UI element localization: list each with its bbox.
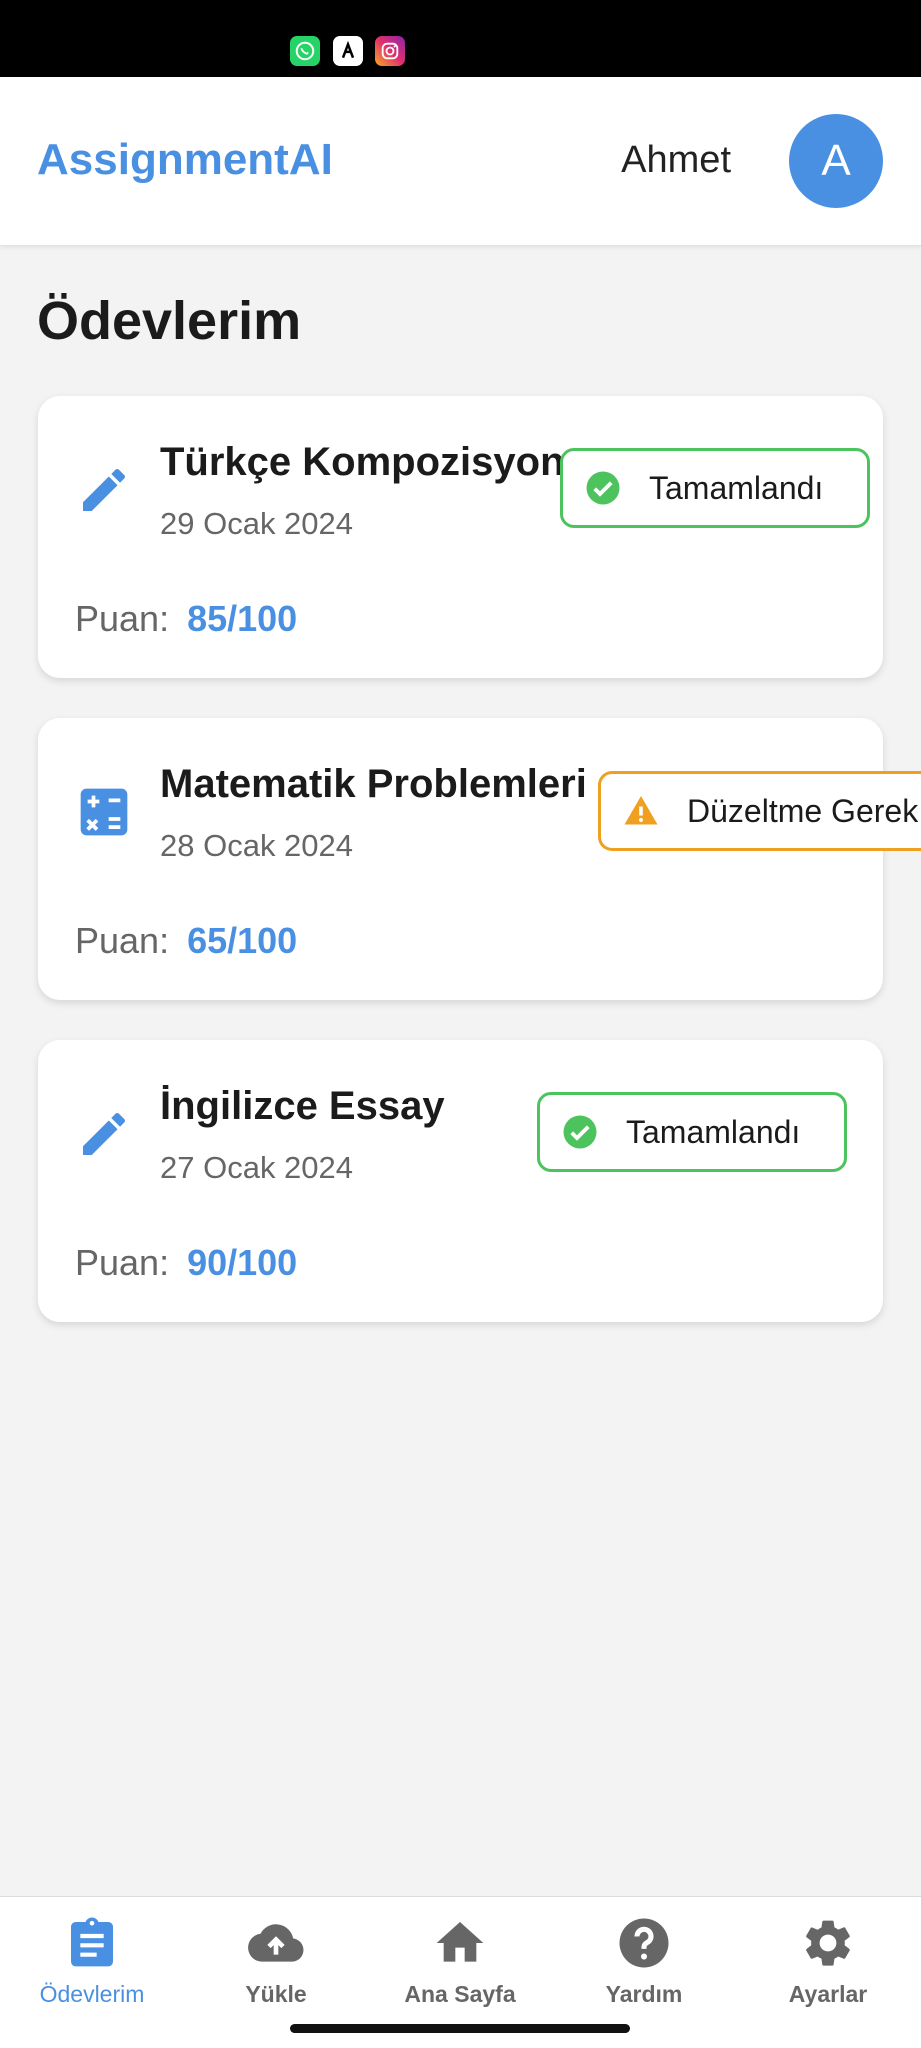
home-icon bbox=[436, 1922, 484, 1962]
app-header: AssignmentAI Ahmet A bbox=[0, 77, 921, 246]
nav-item-yukle[interactable]: Yükle bbox=[184, 1915, 368, 2008]
page-title: Ödevlerim bbox=[37, 291, 302, 351]
assignment-card[interactable]: Türkçe Kompozisyon 29 Ocak 2024 Puan: 85/… bbox=[38, 396, 883, 678]
warning-icon bbox=[624, 796, 658, 825]
cloud-upload-icon bbox=[248, 1924, 304, 1962]
check-circle-icon bbox=[563, 1115, 597, 1149]
nav-item-odevlerim[interactable]: Ödevlerim bbox=[0, 1915, 184, 2008]
gear-icon bbox=[806, 1920, 850, 1966]
calculator-icon bbox=[80, 788, 128, 836]
user-name: Ahmet bbox=[621, 139, 731, 181]
status-badge-label: Düzeltme Gerek bbox=[687, 792, 919, 829]
clipboard-icon bbox=[71, 1917, 113, 1967]
app-icon bbox=[333, 36, 363, 66]
nav-item-ana-sayfa[interactable]: Ana Sayfa bbox=[368, 1915, 552, 2008]
score-label: Puan: bbox=[75, 598, 170, 639]
status-badge: Tamamlandı bbox=[560, 448, 870, 528]
score-label: Puan: bbox=[75, 1242, 170, 1283]
score-value: 90/100 bbox=[187, 1242, 298, 1283]
assignment-title: İngilizce Essay bbox=[160, 1084, 445, 1128]
assignment-card[interactable]: Matematik Problemleri 28 Ocak 2024 Puan:… bbox=[38, 718, 921, 1000]
score: Puan: 65/100 bbox=[75, 920, 297, 962]
assignment-title: Türkçe Kompozisyon bbox=[160, 440, 565, 484]
nav-label: Ödevlerim bbox=[39, 1981, 145, 2007]
nav-label: Yükle bbox=[245, 1981, 307, 2007]
avatar[interactable]: A bbox=[789, 114, 883, 208]
nav-item-ayarlar[interactable]: Ayarlar bbox=[736, 1915, 920, 2008]
score-value: 65/100 bbox=[187, 920, 298, 961]
assignment-date: 27 Ocak 2024 bbox=[160, 1150, 354, 1185]
assignment-title: Matematik Problemleri bbox=[160, 762, 587, 806]
score-value: 85/100 bbox=[187, 598, 298, 639]
score: Puan: 85/100 bbox=[75, 598, 297, 640]
status-badge: Tamamlandı bbox=[537, 1092, 847, 1172]
check-circle-icon bbox=[586, 471, 620, 505]
nav-label: Ana Sayfa bbox=[404, 1981, 516, 2007]
nav-label: Ayarlar bbox=[788, 1981, 868, 2007]
status-badge-label: Tamamlandı bbox=[626, 1113, 801, 1150]
status-badge: Düzeltme Gerek bbox=[598, 771, 921, 851]
score: Puan: 90/100 bbox=[75, 1242, 297, 1284]
nav-label: Yardım bbox=[605, 1981, 683, 2007]
help-icon bbox=[619, 1918, 669, 1968]
home-indicator bbox=[290, 2024, 630, 2033]
assignment-date: 28 Ocak 2024 bbox=[160, 828, 354, 863]
assignment-card[interactable]: İngilizce Essay 27 Ocak 2024 Puan: 90/100… bbox=[38, 1040, 883, 1322]
status-bar bbox=[0, 0, 921, 77]
assignment-date: 29 Ocak 2024 bbox=[160, 506, 354, 541]
nav-item-yardim[interactable]: Yardım bbox=[552, 1915, 736, 2008]
whatsapp-icon bbox=[290, 36, 320, 66]
pencil-icon bbox=[83, 468, 126, 511]
app-logo[interactable]: AssignmentAI bbox=[37, 135, 333, 185]
instagram-icon bbox=[375, 36, 405, 66]
pencil-icon bbox=[83, 1112, 126, 1155]
status-badge-label: Tamamlandı bbox=[649, 469, 824, 506]
score-label: Puan: bbox=[75, 920, 170, 961]
